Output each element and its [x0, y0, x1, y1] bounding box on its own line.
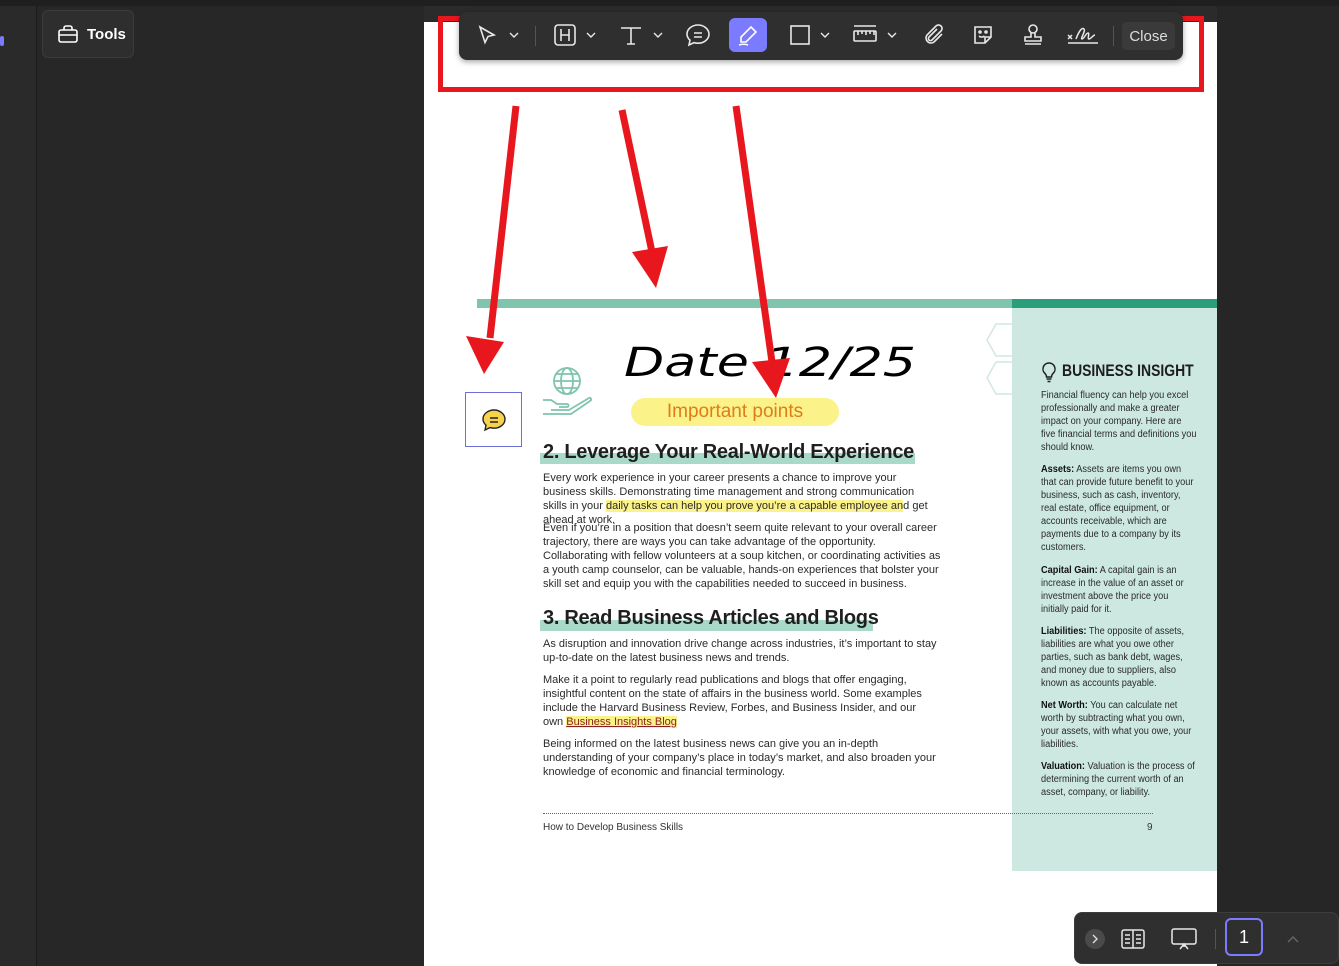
stamp-icon — [1024, 24, 1042, 45]
bottom-separator — [1215, 929, 1216, 949]
toolbox-icon — [58, 25, 78, 43]
text-box-h-icon — [554, 24, 576, 46]
printed-page-number: 9 — [1147, 822, 1153, 833]
handwriting-text: Date 12/25 — [624, 340, 916, 386]
term-def: Assets are items you own that can provid… — [1041, 464, 1194, 553]
chevron-down-icon — [887, 32, 897, 38]
tools-label: Tools — [87, 25, 126, 43]
signature-icon — [1067, 27, 1098, 44]
top-rule-dark — [1012, 299, 1217, 308]
stamp-tool[interactable] — [1016, 18, 1050, 52]
text-t-icon — [621, 27, 641, 45]
presentation-icon — [1171, 928, 1197, 950]
sticker-tool[interactable] — [966, 18, 1000, 52]
sticker-icon — [974, 26, 992, 44]
hexagon-pattern — [986, 323, 1091, 395]
chevron-down-icon — [509, 32, 519, 38]
comment-icon — [481, 408, 506, 431]
term-label: Valuation: — [1041, 761, 1085, 772]
cursor-icon — [478, 25, 497, 45]
handwriting-annotation[interactable]: Date 12/25 — [622, 336, 922, 386]
highlight-text-tool[interactable] — [549, 18, 601, 52]
insight-term-assets: Assets: Assets are items you own that ca… — [1041, 463, 1197, 554]
chevron-down-icon — [586, 32, 596, 38]
chevron-right-icon — [1092, 934, 1098, 944]
section2-paragraph2: Even if you’re in a position that doesn’… — [543, 522, 941, 590]
attach-tool[interactable] — [917, 18, 951, 52]
annotation-toolbar: Close — [459, 12, 1183, 60]
right-gutter — [1217, 6, 1339, 966]
comment-annotation[interactable] — [465, 392, 522, 447]
signature-tool[interactable] — [1065, 18, 1101, 52]
rail-accent — [0, 36, 4, 46]
toolbar-separator — [535, 26, 536, 46]
text-tool[interactable] — [615, 18, 667, 52]
insight-title: BUSINESS INSIGHT — [1062, 361, 1194, 380]
close-button[interactable]: Close — [1122, 22, 1175, 50]
expand-panel-button[interactable] — [1085, 929, 1105, 949]
side-panel — [37, 6, 424, 966]
pen-icon — [738, 25, 758, 46]
scroll-up-button[interactable] — [1283, 929, 1303, 949]
section3-title: 3. Read Business Articles and Blogs — [543, 607, 879, 629]
blog-link[interactable]: Business Insights Blog — [566, 716, 677, 728]
chevron-up-icon — [1287, 936, 1299, 943]
footer-title: How to Develop Business Skills — [543, 822, 684, 833]
section2-paragraph1: Every work experience in your career pre… — [543, 471, 938, 527]
insight-term-capital-gain: Capital Gain: A capital gain is an incre… — [1041, 564, 1197, 616]
book-view-icon — [1121, 929, 1145, 949]
shape-tool[interactable] — [785, 18, 835, 52]
left-rail — [0, 6, 37, 966]
globe-hand-icon — [543, 367, 592, 415]
pen-tool[interactable] — [729, 18, 767, 52]
present-button[interactable] — [1169, 926, 1199, 952]
term-label: Assets: — [1041, 464, 1075, 475]
chevron-down-icon — [820, 32, 830, 38]
footer-rule — [543, 813, 1153, 814]
term-label: Capital Gain: — [1041, 565, 1098, 576]
comment-icon — [686, 24, 710, 47]
tools-button[interactable]: Tools — [42, 10, 134, 58]
bottom-nav-bar — [1074, 912, 1339, 964]
highlight-label[interactable]: Important points — [631, 398, 839, 426]
insight-term-liabilities: Liabilities: The opposite of assets, lia… — [1041, 625, 1197, 690]
comment-tool[interactable] — [681, 18, 715, 52]
section3-paragraph1: As disruption and innovation drive chang… — [543, 638, 937, 664]
insight-term-net-worth: Net Worth: You can calculate net worth b… — [1041, 699, 1197, 751]
paperclip-icon — [925, 24, 943, 44]
term-label: Liabilities: — [1041, 626, 1087, 637]
highlighted-text[interactable]: daily tasks can help you prove you’re a … — [605, 500, 904, 512]
term-label: Net Worth: — [1041, 700, 1088, 711]
section3-paragraph3: Being informed on the latest business ne… — [543, 738, 936, 778]
page-number-input[interactable]: 1 — [1225, 918, 1263, 956]
measure-tool[interactable] — [849, 18, 901, 52]
page-layout-button[interactable] — [1119, 926, 1147, 952]
select-tool[interactable] — [469, 18, 527, 52]
toolbar-separator — [1113, 26, 1114, 46]
section3-paragraph2: Make it a point to regularly read public… — [543, 673, 938, 729]
insight-term-valuation: Valuation: Valuation is the process of d… — [1041, 760, 1197, 799]
lightbulb-icon — [1042, 362, 1056, 383]
rectangle-icon — [790, 25, 810, 45]
insight-intro: Financial fluency can help you excel pro… — [1041, 390, 1197, 453]
ruler-icon — [853, 25, 877, 42]
section2-title: 2. Leverage Your Real-World Experience — [543, 441, 914, 463]
top-rule-green — [477, 299, 1012, 308]
chevron-down-icon — [653, 32, 663, 38]
